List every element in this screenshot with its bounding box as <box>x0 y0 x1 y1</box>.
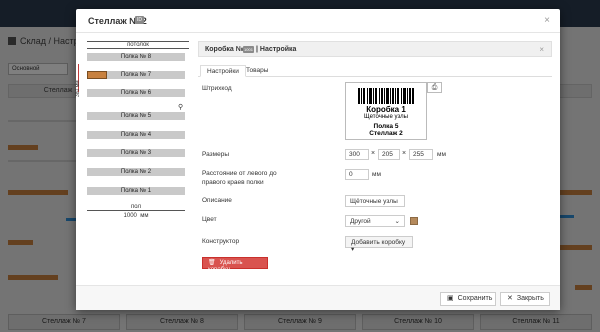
rack-diagram: потолок Полка № 8 Полка № 7 Полка № 6 По… <box>85 41 191 231</box>
size-separator: × <box>371 150 376 157</box>
tab-products[interactable]: Товары <box>240 65 274 77</box>
delete-box-button[interactable]: 🗑 Удалить коробку <box>202 257 268 273</box>
shelf-5[interactable]: Полка № 5 <box>87 112 185 120</box>
shelf-3[interactable]: Полка № 3 <box>87 149 185 157</box>
close-icon[interactable]: × <box>544 15 550 26</box>
shelf-1[interactable]: Полка № 1 <box>87 187 185 195</box>
sizes-label: Размеры <box>202 151 230 158</box>
panel-id-badge: 1001 <box>243 46 254 53</box>
barcode-bars <box>358 88 414 104</box>
size-length-input[interactable]: 300 <box>345 149 369 160</box>
shelf-8[interactable]: Полка № 8 <box>87 53 185 61</box>
tab-settings[interactable]: Настройки <box>200 65 246 77</box>
barcode-title: Коробка 1 <box>366 105 406 114</box>
color-select[interactable]: Другой ⌄ <box>345 215 405 227</box>
print-icon: ⎙ <box>431 84 438 91</box>
add-box-button[interactable]: Добавить коробку ▾ <box>345 236 413 253</box>
panel-header: Коробка №1 1001 | Настройка × <box>198 41 552 57</box>
modal-footer: ▣ Сохранить ✕ Закрыть <box>76 285 560 310</box>
shelf-4[interactable]: Полка № 4 <box>87 131 185 139</box>
close-icon: ✕ <box>507 295 513 302</box>
panel-title: Коробка №1 <box>205 46 248 53</box>
shelf-2[interactable]: Полка № 2 <box>87 168 185 176</box>
size-width-input[interactable]: 205 <box>378 149 400 160</box>
shelf-6[interactable]: Полка № 6 <box>87 89 185 97</box>
box-on-shelf-5[interactable] <box>87 71 107 79</box>
barcode-label: Штрихкод <box>202 85 232 92</box>
chevron-down-icon: ⌄ <box>394 218 400 225</box>
close-icon[interactable]: × <box>539 45 544 54</box>
rack-modal: Стеллаж № 2 ID × потолок Полка № 8 Полка… <box>75 9 560 310</box>
distance-label: Расстояние от левого до правого краев пол… <box>202 170 277 186</box>
color-label: Цвет <box>202 216 217 223</box>
panel-tabs: Настройки Товары <box>198 65 552 77</box>
barcode-subtitle: Щеточные узлы <box>364 114 408 120</box>
save-icon: ▣ <box>447 295 454 302</box>
size-separator: × <box>402 150 407 157</box>
distance-unit: мм <box>372 171 381 178</box>
floor-label: пол <box>87 204 185 211</box>
size-height-input[interactable]: 255 <box>409 149 433 160</box>
barcode-rack: Стеллаж 2 <box>369 130 403 137</box>
close-button[interactable]: ✕ Закрыть <box>500 292 550 306</box>
box-settings-panel: Коробка №1 1001 | Настройка × Настройки … <box>198 41 552 241</box>
panel-subtitle: | Настройка <box>256 46 297 53</box>
rack-width-label: 1000 мм <box>123 213 149 219</box>
barcode-image: Коробка 1 Щеточные узлы Полка 5 Стеллаж … <box>345 82 427 140</box>
sizes-unit: мм <box>437 151 446 158</box>
color-swatch[interactable] <box>410 217 418 225</box>
description-label: Описание <box>202 197 232 204</box>
barcode-shelf: Полка 5 <box>373 123 399 130</box>
trash-icon: 🗑 <box>208 260 216 266</box>
modal-header: Стеллаж № 2 ID × <box>76 9 560 33</box>
ceiling-label: потолок <box>87 41 189 49</box>
distance-input[interactable]: 0 <box>345 169 369 180</box>
constructor-label: Конструктор <box>202 238 240 245</box>
print-button[interactable]: ⎙ <box>427 82 442 93</box>
modal-id-badge: ID <box>135 16 144 24</box>
zoom-icon[interactable]: ⚲ <box>178 103 183 111</box>
height-dimension-label: 380 мм <box>75 80 81 97</box>
save-button[interactable]: ▣ Сохранить <box>440 292 496 306</box>
description-input[interactable]: Щёточные узлы <box>345 195 405 207</box>
